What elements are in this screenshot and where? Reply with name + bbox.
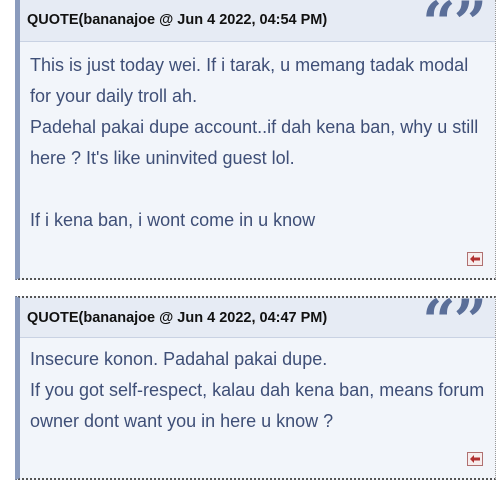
quote-header: QUOTE(bananajoe @ Jun 4 2022, 04:47 PM) … bbox=[20, 292, 495, 350]
back-to-post-button[interactable] bbox=[467, 252, 483, 266]
quote-mark-icon: “” bbox=[422, 287, 487, 355]
quote-title: QUOTE(bananajoe @ Jun 4 2022, 04:47 PM) bbox=[27, 310, 328, 326]
quote-body: Insecure konon. Padahal pakai dupe. If y… bbox=[30, 344, 485, 437]
quote-header: QUOTE(bananajoe @ Jun 4 2022, 04:54 PM) … bbox=[20, 0, 495, 52]
quote-paragraph: If you got self-respect, kalau dah kena … bbox=[30, 380, 485, 431]
quote-paragraph: If i kena ban, i wont come in u know bbox=[30, 210, 316, 230]
arrow-left-icon bbox=[470, 255, 480, 263]
quote-paragraph: This is just today wei. If i tarak, u me… bbox=[30, 55, 469, 106]
quote-body: This is just today wei. If i tarak, u me… bbox=[30, 50, 485, 236]
quote-title: QUOTE(bananajoe @ Jun 4 2022, 04:54 PM) bbox=[27, 12, 328, 28]
back-to-post-button[interactable] bbox=[467, 452, 483, 466]
quote-mark-icon: “” bbox=[422, 0, 487, 57]
quote-block: QUOTE(bananajoe @ Jun 4 2022, 04:54 PM) … bbox=[15, 0, 496, 280]
quote-paragraph: Insecure konon. Padahal pakai dupe. bbox=[30, 349, 328, 369]
arrow-left-icon bbox=[470, 455, 480, 463]
quote-block: QUOTE(bananajoe @ Jun 4 2022, 04:47 PM) … bbox=[15, 292, 496, 480]
quote-paragraph: Padehal pakai dupe account..if dah kena … bbox=[30, 117, 479, 168]
